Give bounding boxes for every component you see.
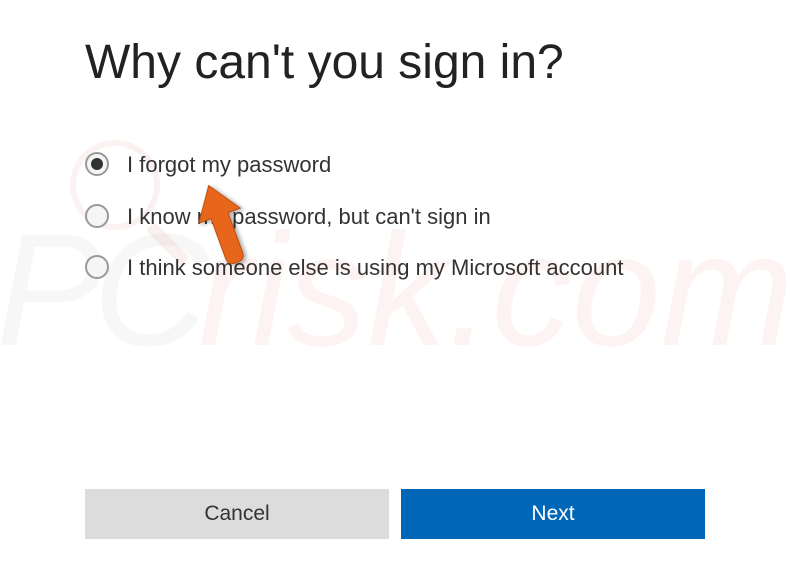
radio-option-account-compromised[interactable]: I think someone else is using my Microso… (85, 253, 705, 283)
radio-group: I forgot my password I know my password,… (85, 150, 705, 283)
radio-option-forgot-password[interactable]: I forgot my password (85, 150, 705, 180)
button-row: Cancel Next (85, 489, 705, 539)
radio-option-know-password[interactable]: I know my password, but can't sign in (85, 202, 705, 232)
radio-icon (85, 204, 109, 228)
radio-icon (85, 255, 109, 279)
next-button[interactable]: Next (401, 489, 705, 539)
cancel-button[interactable]: Cancel (85, 489, 389, 539)
radio-icon (85, 152, 109, 176)
radio-label: I know my password, but can't sign in (127, 202, 491, 232)
page-title: Why can't you sign in? (85, 35, 705, 90)
radio-label: I forgot my password (127, 150, 331, 180)
radio-label: I think someone else is using my Microso… (127, 253, 623, 283)
dialog-container: Why can't you sign in? I forgot my passw… (0, 0, 790, 579)
